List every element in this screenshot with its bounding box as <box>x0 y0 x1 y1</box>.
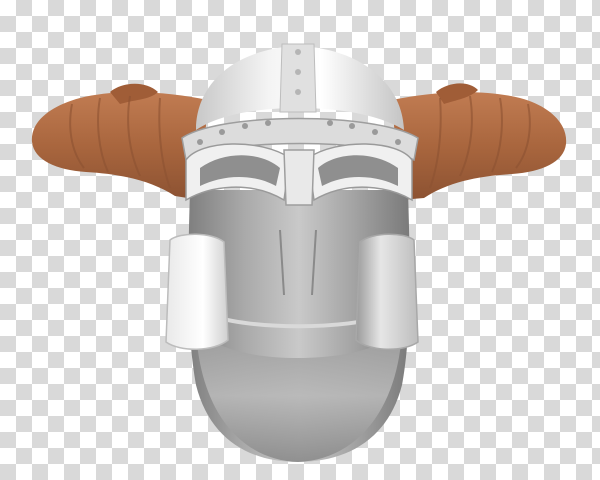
right-horn <box>392 83 567 200</box>
horned-viking-helmet-icon <box>31 43 567 462</box>
transparency-checkerboard-background <box>0 0 600 480</box>
right-cheek-guard <box>355 233 419 350</box>
left-horn <box>31 83 208 200</box>
helmet-dome <box>196 43 404 130</box>
left-cheek-guard <box>165 233 229 350</box>
